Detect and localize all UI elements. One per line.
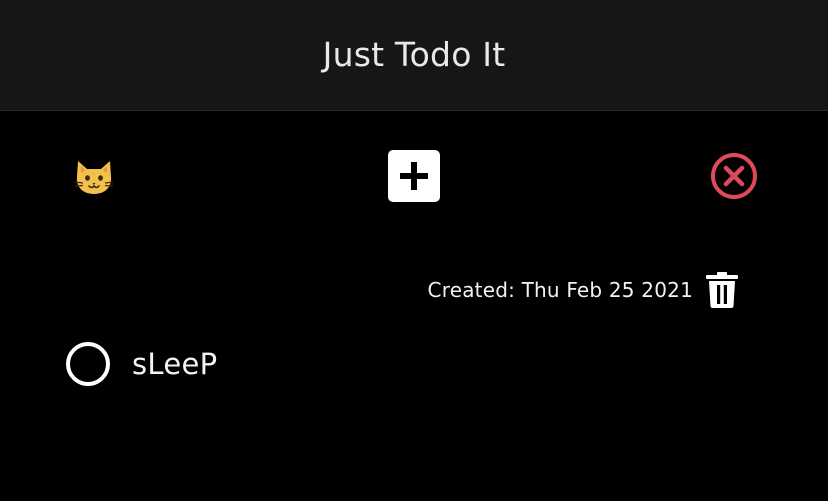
clear-button[interactable] [710, 152, 758, 200]
add-todo-button[interactable] [388, 150, 440, 202]
page-title: Just Todo It [322, 34, 506, 74]
toolbar [0, 111, 828, 241]
cat-face-icon [74, 161, 114, 194]
trash-icon [706, 272, 738, 308]
cat-button[interactable] [72, 157, 116, 197]
todo-label: sLeeP [132, 347, 218, 381]
list-item: sLeeP [66, 338, 217, 390]
delete-todo-button[interactable] [705, 271, 739, 309]
todo-checkbox[interactable] [66, 342, 110, 386]
created-date: Created: Thu Feb 25 2021 [427, 278, 693, 302]
plus-icon [400, 162, 428, 190]
todo-meta-row: Created: Thu Feb 25 2021 [0, 268, 828, 312]
app-header: Just Todo It [0, 0, 828, 111]
close-circle-icon [711, 153, 757, 199]
